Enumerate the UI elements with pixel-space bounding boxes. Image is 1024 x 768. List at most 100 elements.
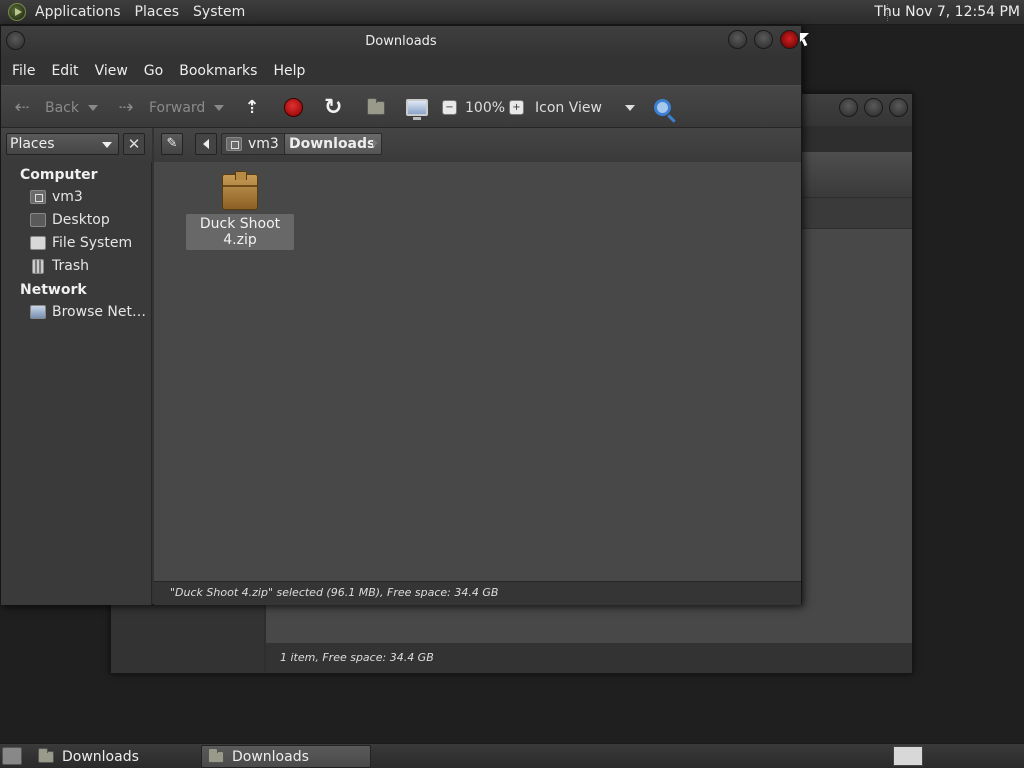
folder-icon — [208, 747, 224, 763]
reload-icon: ↻ — [324, 95, 343, 120]
sidebar-item-file-system[interactable]: File System — [30, 233, 132, 253]
sidebar-type-label: Places — [10, 136, 55, 152]
bottom-panel: Downloads Downloads — [0, 743, 1024, 768]
network-icon — [30, 305, 46, 319]
sidebar-item-label: File System — [52, 235, 133, 251]
forward-history-dropdown[interactable] — [214, 86, 224, 129]
zoom-in-icon: + — [509, 100, 524, 115]
sidebar-header: Places ✕ — [1, 128, 152, 162]
sidebar-close-button[interactable]: ✕ — [123, 133, 145, 155]
window-title: Downloads — [365, 34, 437, 49]
menubar: File Edit View Go Bookmarks Help — [1, 57, 801, 85]
taskbar-label: Downloads — [232, 748, 309, 765]
sidebar-type-select[interactable]: Places — [6, 133, 119, 155]
sidebar-section-network: Network — [20, 282, 87, 298]
chevron-down-icon — [102, 142, 112, 148]
breadcrumb-downloads[interactable]: Downloads — [284, 133, 383, 155]
home-folder-icon — [226, 137, 242, 151]
clock[interactable]: Thu Nov 7, 12:54 PM — [874, 0, 1020, 25]
trash-icon — [32, 258, 44, 274]
background-window-buttons — [839, 98, 908, 117]
location-bar: ✎ vm3 Downloads — [154, 128, 801, 162]
top-panel: Applications Places System Thu Nov 7, 12… — [0, 0, 1024, 25]
drive-icon — [30, 236, 46, 250]
show-desktop-button[interactable] — [2, 747, 22, 765]
back-button[interactable]: ⇠ Back — [11, 86, 79, 129]
up-button[interactable]: ⇡ — [241, 86, 263, 129]
chevron-down-icon — [88, 104, 98, 111]
folder-icon — [38, 747, 54, 763]
window-titlebar[interactable]: Downloads — [1, 26, 801, 57]
chevron-down-icon — [625, 104, 635, 111]
close-button[interactable] — [889, 98, 908, 117]
search-icon — [654, 99, 671, 116]
desktop-icon — [30, 213, 46, 227]
file-view[interactable]: Duck Shoot 4.zip — [154, 162, 801, 581]
forward-label: Forward — [149, 99, 206, 116]
forward-button[interactable]: ⇢ Forward — [115, 86, 205, 129]
minimize-button[interactable] — [728, 30, 747, 49]
search-button[interactable] — [654, 86, 671, 129]
up-arrow-icon: ⇡ — [244, 97, 260, 118]
forward-arrow-icon: ⇢ — [118, 97, 134, 118]
sidebar-item-trash[interactable]: Trash — [30, 256, 89, 276]
menu-edit[interactable]: Edit — [43, 63, 86, 79]
edit-location-button[interactable]: ✎ — [161, 133, 183, 155]
sidebar: Places ✕ Computer vm3 Desktop File Syste… — [1, 128, 152, 605]
workspace-switcher[interactable] — [893, 746, 923, 766]
menu-help[interactable]: Help — [265, 63, 313, 79]
view-mode-dropdown[interactable] — [625, 86, 635, 129]
zoom-in-button[interactable]: + — [509, 86, 524, 129]
stop-icon — [284, 98, 303, 117]
zoom-out-icon: − — [442, 100, 457, 115]
applications-logo-icon[interactable] — [8, 3, 26, 21]
places-menu[interactable]: Places — [128, 4, 187, 20]
sidebar-item-label: Browse Net… — [52, 304, 147, 320]
sidebar-item-label: Desktop — [52, 212, 110, 228]
mouse-cursor-icon — [800, 33, 809, 42]
sidebar-item-desktop[interactable]: Desktop — [30, 210, 110, 230]
home-folder-icon — [30, 190, 46, 204]
computer-button[interactable] — [406, 86, 428, 129]
taskbar-button-downloads-1[interactable]: Downloads — [32, 745, 198, 768]
reload-button[interactable]: ↻ — [324, 86, 342, 129]
maximize-button[interactable] — [864, 98, 883, 117]
applications-menu[interactable]: Applications — [28, 4, 128, 20]
toolbar: ⇠ Back ⇢ Forward ⇡ ↻ − 100% + Icon View — [1, 85, 801, 128]
file-manager-window[interactable]: Downloads File Edit View Go Bookmarks He… — [0, 25, 802, 605]
menu-view[interactable]: View — [87, 63, 136, 79]
breadcrumb-scroll-left[interactable] — [195, 133, 217, 155]
breadcrumb-scroll-right[interactable] — [373, 139, 378, 147]
breadcrumb-label: vm3 — [248, 136, 279, 152]
taskbar-label: Downloads — [62, 748, 139, 765]
home-folder-icon — [367, 97, 385, 115]
sidebar-item-label: Trash — [52, 258, 89, 274]
file-item[interactable]: Duck Shoot 4.zip — [186, 171, 294, 250]
window-buttons — [728, 30, 799, 49]
background-window-statusbar: 1 item, Free space: 34.4 GB — [266, 643, 912, 673]
zoom-out-button[interactable]: − — [442, 86, 457, 129]
minimize-button[interactable] — [839, 98, 858, 117]
system-menu[interactable]: System — [186, 4, 252, 20]
back-label: Back — [45, 99, 79, 116]
zoom-level[interactable]: 100% — [465, 86, 505, 129]
sidebar-section-computer: Computer — [20, 167, 98, 183]
panel-menu: Applications Places System — [0, 0, 252, 25]
back-history-dropdown[interactable] — [88, 86, 98, 129]
sidebar-item-vm3[interactable]: vm3 — [30, 187, 83, 207]
menu-bookmarks[interactable]: Bookmarks — [171, 63, 265, 79]
view-mode-select[interactable]: Icon View — [535, 86, 602, 129]
computer-icon — [406, 99, 428, 120]
maximize-button[interactable] — [754, 30, 773, 49]
home-button[interactable] — [367, 86, 385, 129]
menu-go[interactable]: Go — [136, 63, 171, 79]
status-bar: "Duck Shoot 4.zip" selected (96.1 MB), F… — [154, 581, 801, 605]
chevron-down-icon — [214, 104, 224, 111]
sidebar-item-browse-network[interactable]: Browse Net… — [30, 302, 146, 322]
zip-archive-icon — [222, 171, 258, 210]
menu-file[interactable]: File — [4, 63, 43, 79]
stop-button[interactable] — [284, 86, 303, 129]
taskbar-button-downloads-2[interactable]: Downloads — [201, 745, 371, 768]
breadcrumb-vm3[interactable]: vm3 — [221, 133, 286, 155]
close-button[interactable] — [780, 30, 799, 49]
